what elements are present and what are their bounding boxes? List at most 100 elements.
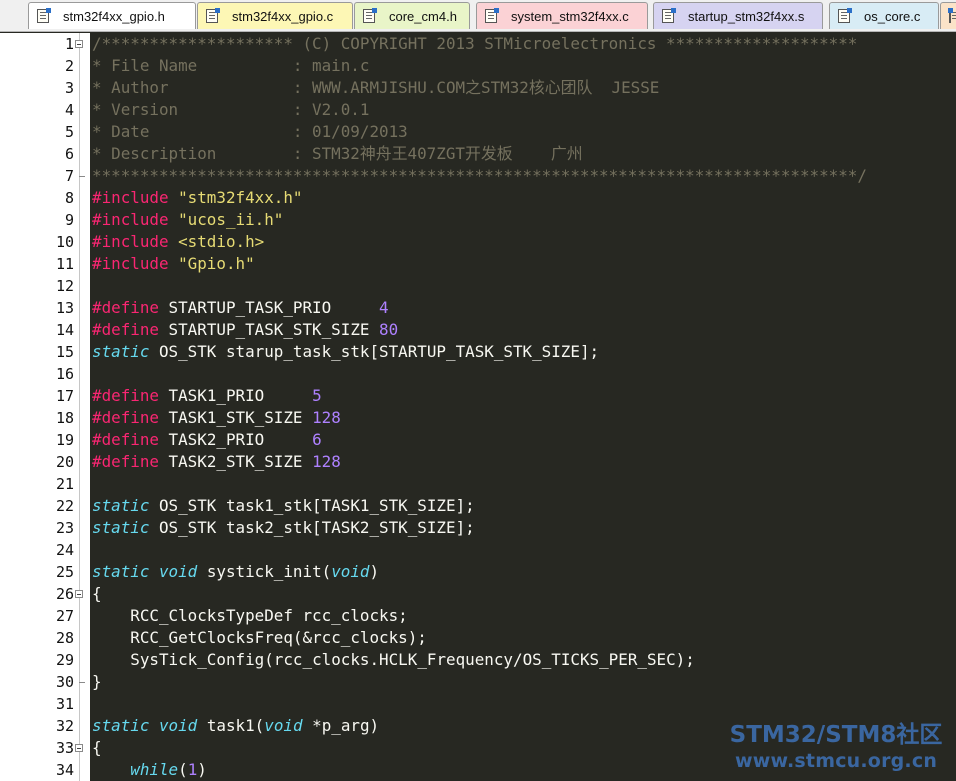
token-text: OS_TICKS_PER_SEC <box>522 650 676 669</box>
token-num: 1 <box>187 760 198 779</box>
code-line[interactable]: 19 #define TASK2_PRIO 6 <box>0 429 956 451</box>
code-line[interactable]: 15 static OS_STK starup_task_stk[STARTUP_… <box>0 341 956 363</box>
code-line[interactable]: 31 <box>0 693 956 715</box>
code-line[interactable]: 27 RCC_ClocksTypeDef rcc_clocks; <box>0 605 956 627</box>
line-number: 9 <box>64 211 74 229</box>
line-number: 16 <box>55 365 74 383</box>
code-line[interactable]: 16 <box>0 363 956 385</box>
tab-label: stm32f4xx_gpio.c <box>232 8 334 24</box>
code-line[interactable]: 26 { <box>0 583 956 605</box>
file-tab-bar: stm32f4xx_gpio.h stm32f4xx_gpio.c core_cm4… <box>0 0 956 32</box>
line-text: #define STARTUP_TASK_PRIO 4 <box>92 297 389 319</box>
token-text: p_arg <box>321 716 370 735</box>
line-number: 23 <box>55 519 74 537</box>
line-number: 20 <box>55 453 74 471</box>
code-line[interactable]: 9 #include "ucos_ii.h" <box>0 209 956 231</box>
token-kw: void <box>158 716 198 735</box>
fold-toggle-icon[interactable] <box>75 40 83 48</box>
line-number: 15 <box>55 343 74 361</box>
code-line[interactable]: 3 * Author : WWW.ARMJISHU.COM之STM32核心团队 J… <box>0 77 956 99</box>
file-icon <box>838 8 852 23</box>
code-line[interactable]: 10 #include <stdio.h> <box>0 231 956 253</box>
line-number: 3 <box>64 79 74 97</box>
tab-6[interactable]: os_core.c <box>829 2 939 29</box>
code-line[interactable]: 20 #define TASK2_STK_SIZE 128 <box>0 451 956 473</box>
line-text: #define TASK2_PRIO 6 <box>92 429 322 451</box>
code-line[interactable]: 14 #define STARTUP_TASK_STK_SIZE 80 <box>0 319 956 341</box>
line-number: 30 <box>55 673 74 691</box>
token-text: rcc_clocks <box>312 628 408 647</box>
tab-4[interactable]: system_stm32f4xx.c <box>476 2 648 29</box>
code-line[interactable]: 17 #define TASK1_PRIO 5 <box>0 385 956 407</box>
code-line[interactable]: 18 #define TASK1_STK_SIZE 128 <box>0 407 956 429</box>
code-line[interactable]: 11 #include "Gpio.h" <box>0 253 956 275</box>
code-line[interactable]: 29 SysTick_Config(rcc_clocks.HCLK_Freque… <box>0 649 956 671</box>
line-text: RCC_ClocksTypeDef rcc_clocks; <box>92 605 407 627</box>
line-number: 18 <box>55 409 74 427</box>
code-line[interactable]: 23 static OS_STK task2_stk[TASK2_STK_SIZE… <box>0 517 956 539</box>
token-punct: . <box>369 650 380 669</box>
code-line[interactable]: 6 * Description : STM32神舟王407ZGT开发板 广州 <box>0 143 956 165</box>
token-text: STARTUP_TASK_PRIO <box>168 298 380 317</box>
token-kw: static <box>92 342 150 361</box>
code-line[interactable]: 12 <box>0 275 956 297</box>
tab-5[interactable]: startup_stm32f4xx.s <box>653 2 823 29</box>
token-comment: * Author : WWW.ARMJISHU.COM之STM32核心团队 JE… <box>92 78 660 97</box>
code-line[interactable]: 13 #define STARTUP_TASK_PRIO 4 <box>0 297 956 319</box>
token-num: 128 <box>312 408 341 427</box>
code-line[interactable]: 8 #include "stm32f4xx.h" <box>0 187 956 209</box>
line-number: 8 <box>64 189 74 207</box>
token-kw: static <box>92 562 150 581</box>
code-line[interactable]: 21 <box>0 473 956 495</box>
line-text: * Version : V2.0.1 <box>92 99 369 121</box>
tab-2[interactable]: stm32f4xx_gpio.c <box>197 2 353 29</box>
token-comment: /******************** (C) COPYRIGHT 2013… <box>92 34 858 53</box>
file-icon <box>37 8 51 23</box>
tab-3[interactable]: core_cm4.h <box>354 2 470 29</box>
watermark-line-1: STM32/STM8社区 <box>729 722 943 748</box>
token-punct: ]; <box>579 342 600 361</box>
token-punct: [ <box>369 342 380 361</box>
code-line[interactable]: 25 static void systick_init(void) <box>0 561 956 583</box>
tab-1[interactable]: stm32f4xx_gpio.h <box>28 2 196 29</box>
token-punct: ); <box>675 650 695 669</box>
token-pp: #define <box>92 298 169 317</box>
token-text: rcc_clocks <box>273 650 370 669</box>
code-line[interactable]: 28 RCC_GetClocksFreq(&rcc_clocks); <box>0 627 956 649</box>
code-line[interactable]: 2 * File Name : main.c <box>0 55 956 77</box>
tab-label: startup_stm32f4xx.s <box>688 8 805 24</box>
code-line[interactable]: 5 * Date : 01/09/2013 <box>0 121 956 143</box>
code-line[interactable]: 7 ***************************************… <box>0 165 956 187</box>
line-text: } <box>92 671 102 693</box>
code-line[interactable]: 30} <box>0 671 956 693</box>
token-text: STARTUP_TASK_STK_SIZE <box>379 342 580 361</box>
token-str: <stdio.h> <box>178 232 265 251</box>
file-icon <box>206 8 220 23</box>
line-number: 26 <box>55 585 74 603</box>
token-text: task1 <box>197 716 255 735</box>
tab-7[interactable] <box>940 2 956 29</box>
token-num: 4 <box>379 298 389 317</box>
code-line[interactable]: 4 * Version : V2.0.1 <box>0 99 956 121</box>
line-text: static void task1(void *p_arg) <box>92 715 379 737</box>
code-line[interactable]: 24 <box>0 539 956 561</box>
token-punct: ( <box>254 716 265 735</box>
code-line[interactable]: 1 /******************** (C) COPYRIGHT 201… <box>0 33 956 55</box>
fold-toggle-icon[interactable] <box>75 744 83 752</box>
line-number: 33 <box>55 739 74 757</box>
code-line[interactable]: 22 static OS_STK task1_stk[TASK1_STK_SIZE… <box>0 495 956 517</box>
token-text: systick_init <box>197 562 322 581</box>
line-number: 25 <box>55 563 74 581</box>
line-text: #define TASK1_STK_SIZE 128 <box>92 407 341 429</box>
token-kw: void <box>264 716 303 735</box>
token-pp: #define <box>92 430 169 449</box>
line-number: 24 <box>55 541 74 559</box>
token-punct: ); <box>407 628 427 647</box>
line-text: #define TASK2_STK_SIZE 128 <box>92 451 341 473</box>
fold-toggle-icon[interactable] <box>75 590 83 598</box>
line-text: #include "stm32f4xx.h" <box>92 187 302 209</box>
token-punct: ( <box>264 650 274 669</box>
token-num: 128 <box>312 452 341 471</box>
